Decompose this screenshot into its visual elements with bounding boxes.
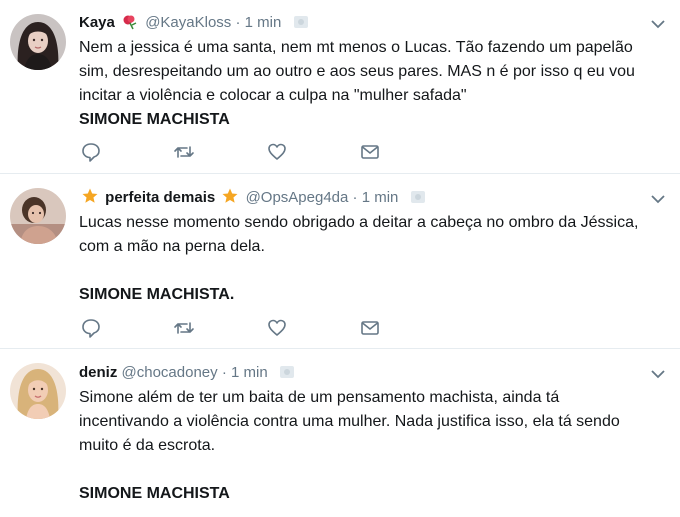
direct-message-icon[interactable] bbox=[359, 141, 381, 163]
text-line: incitar a violência e colocar a culpa na… bbox=[79, 87, 467, 104]
display-name[interactable]: Kaya bbox=[79, 14, 115, 31]
bold-text: SIMONE MACHISTA bbox=[79, 111, 230, 128]
text-line: com a mão na perna dela. bbox=[79, 238, 265, 255]
tweet-header: Kaya @KayaKloss · 1 min bbox=[79, 12, 640, 34]
timestamp[interactable]: 1 min bbox=[231, 364, 268, 381]
separator: · bbox=[235, 14, 241, 31]
tweet[interactable]: deniz @chocadoney · 1 min Simone além de… bbox=[0, 350, 680, 517]
tweet[interactable]: perfeita demais @OpsApeg4da · 1 min Luca… bbox=[0, 175, 680, 349]
retweet-icon[interactable] bbox=[173, 141, 195, 163]
text-line: Nem a jessica é uma santa, nem mt menos … bbox=[79, 39, 633, 56]
text-line: Simone além de ter um baita de um pensam… bbox=[79, 389, 560, 406]
camera-icon bbox=[410, 191, 425, 203]
reply-icon[interactable] bbox=[80, 317, 102, 339]
like-icon[interactable] bbox=[266, 317, 288, 339]
display-name[interactable]: deniz bbox=[79, 364, 117, 381]
star-emoji-icon bbox=[81, 187, 99, 212]
tweet-text: Lucas nesse momento sendo obrigado a dei… bbox=[79, 211, 660, 307]
tweet-actions bbox=[79, 317, 399, 339]
timestamp[interactable]: 1 min bbox=[245, 14, 282, 31]
tweet-actions bbox=[79, 141, 399, 163]
tweet-header: deniz @chocadoney · 1 min bbox=[79, 362, 640, 384]
text-line: sim, desrespeitando um ao outro e aos se… bbox=[79, 63, 635, 80]
direct-message-icon[interactable] bbox=[359, 317, 381, 339]
timestamp[interactable]: 1 min bbox=[362, 189, 399, 206]
tweet-text: Nem a jessica é uma santa, nem mt menos … bbox=[79, 36, 660, 132]
separator: · bbox=[221, 364, 227, 381]
retweet-icon[interactable] bbox=[173, 317, 195, 339]
like-icon[interactable] bbox=[266, 141, 288, 163]
separator: · bbox=[352, 189, 358, 206]
username[interactable]: @KayaKloss bbox=[145, 14, 231, 31]
text-line: Lucas nesse momento sendo obrigado a dei… bbox=[79, 214, 639, 231]
text-line: incentivando a violência contra uma mulh… bbox=[79, 413, 620, 430]
text-line: muito é da escrota. bbox=[79, 437, 216, 454]
tweet-text: Simone além de ter um baita de um pensam… bbox=[79, 386, 660, 506]
tweet-header: perfeita demais @OpsApeg4da · 1 min bbox=[79, 187, 640, 209]
camera-icon bbox=[293, 16, 308, 28]
avatar[interactable] bbox=[10, 188, 66, 244]
star-emoji-icon bbox=[221, 187, 239, 212]
camera-icon bbox=[279, 366, 294, 378]
bold-text: SIMONE MACHISTA. bbox=[79, 286, 235, 303]
bold-text: SIMONE MACHISTA bbox=[79, 485, 230, 502]
chevron-down-icon[interactable] bbox=[650, 191, 666, 207]
rose-emoji-icon bbox=[121, 14, 139, 37]
username[interactable]: @OpsApeg4da bbox=[246, 189, 349, 206]
chevron-down-icon[interactable] bbox=[650, 16, 666, 32]
display-name[interactable]: perfeita demais bbox=[105, 189, 215, 206]
avatar[interactable] bbox=[10, 14, 66, 70]
tweet[interactable]: Kaya @KayaKloss · 1 min Nem a jessica é … bbox=[0, 0, 680, 174]
avatar[interactable] bbox=[10, 363, 66, 419]
username[interactable]: @chocadoney bbox=[122, 364, 218, 381]
chevron-down-icon[interactable] bbox=[650, 366, 666, 382]
reply-icon[interactable] bbox=[80, 141, 102, 163]
